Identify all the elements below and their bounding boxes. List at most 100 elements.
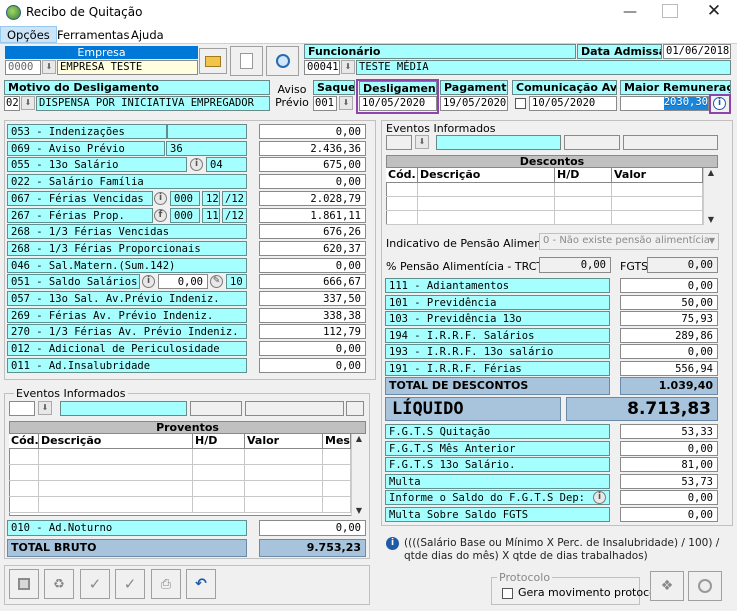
info-icon[interactable]: i: [154, 191, 167, 205]
fgts-row-value: 0,00: [620, 440, 718, 456]
proventos-cell[interactable]: [39, 449, 193, 465]
proventos-cell[interactable]: [9, 465, 39, 481]
menu-ferramentas[interactable]: Ferramentas: [57, 28, 129, 42]
descontos-col-header[interactable]: Descrição: [418, 168, 555, 183]
saque-code[interactable]: 001: [313, 96, 337, 111]
descontos-cell[interactable]: [418, 211, 555, 225]
motivo-code[interactable]: 02: [4, 96, 20, 111]
protocolo-checkbox[interactable]: [502, 588, 513, 599]
eventos-left-mes[interactable]: [346, 401, 364, 416]
descontos-cell[interactable]: [418, 183, 555, 197]
eventos-left-code[interactable]: [9, 401, 35, 416]
proventos-col-header[interactable]: Valor: [245, 434, 323, 449]
fgts-row-label: F.G.T.S Quitação: [385, 424, 610, 439]
proventos-cell[interactable]: [193, 449, 245, 465]
proventos-cell[interactable]: [39, 497, 193, 513]
print-button[interactable]: ⎙: [151, 569, 181, 599]
proventos-cell[interactable]: [193, 481, 245, 497]
descontos-col-header[interactable]: Cód.: [386, 168, 418, 183]
descontos-cell[interactable]: [612, 183, 703, 197]
descontos-cell[interactable]: [555, 211, 612, 225]
empresa-lookup-icon[interactable]: ⬇: [42, 60, 56, 74]
maximize-button[interactable]: [662, 4, 678, 18]
proventos-cell[interactable]: [9, 449, 39, 465]
comunicacao-date[interactable]: 10/05/2020: [529, 96, 617, 111]
proventos-cell[interactable]: [193, 497, 245, 513]
proventos-scrollbar[interactable]: ▲ ▼: [351, 434, 366, 516]
proventos-col-header[interactable]: Descrição: [39, 434, 193, 449]
proventos-cell[interactable]: [245, 465, 323, 481]
funcionario-lookup-icon[interactable]: ⬇: [341, 60, 355, 74]
verba-label: 053 - Indenizações: [7, 124, 167, 139]
admissao-date[interactable]: 01/06/2018: [663, 44, 731, 59]
descontos-cell[interactable]: [555, 183, 612, 197]
minimize-button[interactable]: —: [620, 4, 640, 20]
search-employee-button[interactable]: [266, 46, 299, 76]
proventos-cell[interactable]: [39, 465, 193, 481]
descontos-cell[interactable]: [612, 197, 703, 211]
verba-extra2: 12: [202, 190, 220, 206]
eventos-right-code[interactable]: [386, 135, 412, 150]
search-button[interactable]: [688, 571, 722, 601]
eventos-right-lookup-icon[interactable]: ⬇: [415, 135, 429, 149]
proventos-cell[interactable]: [39, 481, 193, 497]
aviso-line2: Prévio: [275, 96, 309, 109]
menu-ajuda[interactable]: Ajuda: [131, 28, 164, 42]
undo-button[interactable]: ↶: [186, 569, 216, 599]
proventos-cell[interactable]: [245, 497, 323, 513]
document-button[interactable]: [230, 46, 263, 76]
proventos-cell[interactable]: [9, 497, 39, 513]
descontos-cell[interactable]: [418, 197, 555, 211]
fgts-label: FGTS: [620, 260, 649, 273]
fgts-row-label: F.G.T.S Mês Anterior: [385, 440, 610, 456]
eventos-right-valor[interactable]: [623, 135, 718, 150]
motivo-text: DISPENSA POR INICIATIVA EMPREGADOR: [36, 96, 270, 111]
eventos-left-valor[interactable]: [245, 401, 344, 416]
pensao-select[interactable]: 0 - Não existe pensão alimentícia ▼: [539, 233, 719, 250]
descontos-cell[interactable]: [386, 183, 418, 197]
folder-button[interactable]: [199, 48, 227, 74]
eventos-left-hd[interactable]: [190, 401, 242, 416]
saque-lookup-icon[interactable]: ⬇: [339, 96, 353, 110]
proventos-cell[interactable]: [245, 449, 323, 465]
descontos-cell[interactable]: [612, 211, 703, 225]
motivo-lookup-icon[interactable]: ⬇: [21, 96, 35, 110]
pagamento-date[interactable]: 19/05/2020: [440, 96, 508, 111]
descontos-cell[interactable]: [386, 197, 418, 211]
pensao-pct-value[interactable]: 0,00: [539, 257, 611, 273]
protocolo-check-label: Gera movimento protocolo: [518, 586, 666, 599]
proventos-col-header[interactable]: Mes: [323, 434, 351, 449]
desligamento-date[interactable]: 10/05/2020: [359, 96, 437, 111]
proventos-col-header[interactable]: H/D: [193, 434, 245, 449]
proventos-cell[interactable]: [323, 481, 351, 497]
menu-opcoes[interactable]: Opções: [0, 26, 57, 43]
f-icon[interactable]: f: [154, 208, 167, 222]
proventos-cell[interactable]: [323, 449, 351, 465]
proventos-cell[interactable]: [323, 497, 351, 513]
comunicacao-checkbox[interactable]: [515, 98, 526, 109]
info-icon[interactable]: i: [593, 491, 606, 504]
maior-info-icon[interactable]: i: [713, 97, 726, 110]
eventos-right-hd[interactable]: [564, 135, 620, 150]
delete-button[interactable]: ♻: [44, 569, 74, 599]
proventos-cell[interactable]: [323, 465, 351, 481]
descontos-col-header[interactable]: Valor: [612, 168, 703, 183]
confirm2-button[interactable]: ✓: [115, 569, 145, 599]
proventos-cell[interactable]: [9, 481, 39, 497]
descontos-cell[interactable]: [555, 197, 612, 211]
proventos-col-header[interactable]: Cód.: [9, 434, 39, 449]
descontos-col-header[interactable]: H/D: [555, 168, 612, 183]
fgts-value[interactable]: 0,00: [647, 257, 718, 273]
eventos-left-lookup-icon[interactable]: ⬇: [38, 401, 52, 415]
save-button[interactable]: [9, 569, 39, 599]
info-icon: i: [386, 537, 399, 550]
proventos-cell[interactable]: [193, 465, 245, 481]
funcionario-code[interactable]: 00041: [304, 60, 340, 75]
empresa-code[interactable]: 0000: [5, 60, 41, 75]
proventos-cell[interactable]: [245, 481, 323, 497]
confirm-button[interactable]: ✓: [80, 569, 110, 599]
descontos-scrollbar[interactable]: ▲ ▼: [703, 168, 718, 225]
descontos-cell[interactable]: [386, 211, 418, 225]
close-button[interactable]: ✕: [703, 1, 725, 21]
protocolo-action-button[interactable]: ❖: [650, 571, 684, 601]
